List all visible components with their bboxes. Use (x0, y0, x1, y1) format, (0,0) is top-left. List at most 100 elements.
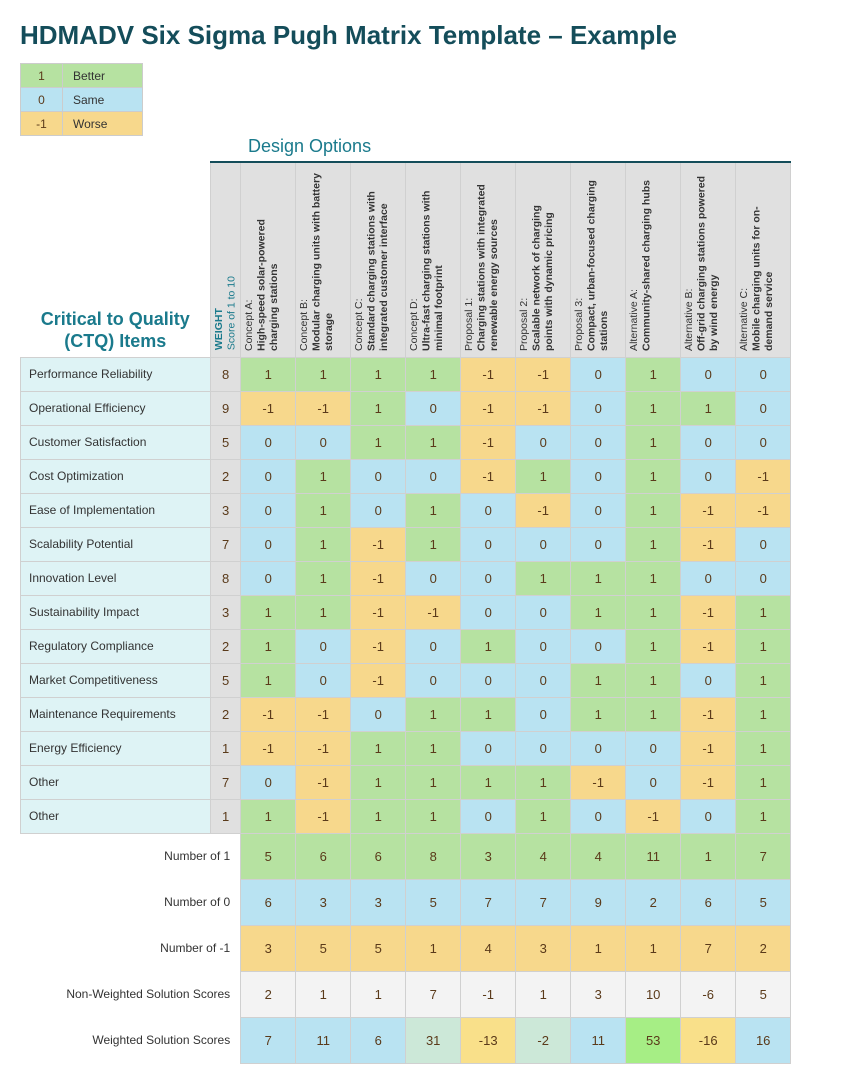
weight-value: 5 (211, 663, 241, 697)
summary-cell: 8 (406, 833, 461, 879)
score-cell: 0 (241, 765, 296, 799)
score-cell: 0 (461, 663, 516, 697)
score-cell: 1 (296, 595, 351, 629)
summary-cell: 1 (626, 925, 681, 971)
score-cell: -1 (296, 391, 351, 425)
score-cell: 0 (461, 493, 516, 527)
ctq-item: Sustainability Impact (21, 595, 211, 629)
summary-cell: 6 (351, 1017, 406, 1063)
page-title: HDMADV Six Sigma Pugh Matrix Template – … (20, 20, 833, 51)
score-cell: 0 (351, 459, 406, 493)
ctq-item: Energy Efficiency (21, 731, 211, 765)
score-cell: 0 (681, 663, 736, 697)
score-cell: 0 (626, 765, 681, 799)
summary-cell: 31 (406, 1017, 461, 1063)
score-cell: -1 (296, 765, 351, 799)
ctq-header: Critical to Quality (CTQ) Items (21, 162, 211, 357)
score-cell: 1 (406, 527, 461, 561)
score-cell: 1 (296, 561, 351, 595)
score-cell: -1 (736, 493, 791, 527)
summary-cell: 9 (571, 879, 626, 925)
score-cell: -1 (681, 595, 736, 629)
summary-cell: 3 (571, 971, 626, 1017)
score-cell: 0 (406, 629, 461, 663)
score-cell: 1 (241, 357, 296, 391)
score-cell: 0 (516, 697, 571, 731)
score-cell: 0 (626, 731, 681, 765)
score-cell: -1 (681, 629, 736, 663)
score-cell: 1 (626, 391, 681, 425)
score-cell: 0 (241, 459, 296, 493)
weight-value: 7 (211, 527, 241, 561)
weight-value: 8 (211, 561, 241, 595)
score-cell: 0 (406, 663, 461, 697)
score-cell: 0 (241, 493, 296, 527)
legend-table: 1 Better0 Same-1 Worse (20, 63, 143, 136)
score-cell: 0 (736, 425, 791, 459)
score-cell: 0 (461, 527, 516, 561)
score-cell: 1 (626, 425, 681, 459)
score-cell: -1 (516, 493, 571, 527)
summary-label: Number of 1 (21, 833, 241, 879)
summary-cell: 1 (681, 833, 736, 879)
option-header: Concept D:Ultra-fast charging stations w… (406, 162, 461, 357)
summary-cell: 1 (516, 971, 571, 1017)
pugh-matrix: Critical to Quality (CTQ) Items WEIGHTSc… (20, 161, 791, 1064)
summary-cell: 1 (351, 971, 406, 1017)
score-cell: -1 (681, 527, 736, 561)
score-cell: 0 (461, 731, 516, 765)
score-cell: 1 (351, 357, 406, 391)
summary-cell: 6 (681, 879, 736, 925)
weight-value: 7 (211, 765, 241, 799)
weight-value: 8 (211, 357, 241, 391)
ctq-item: Operational Efficiency (21, 391, 211, 425)
score-cell: 1 (351, 391, 406, 425)
ctq-item: Other (21, 765, 211, 799)
score-cell: 1 (296, 357, 351, 391)
summary-cell: 7 (241, 1017, 296, 1063)
legend-label: Better (63, 64, 143, 88)
score-cell: 1 (461, 765, 516, 799)
score-cell: -1 (296, 799, 351, 833)
score-cell: 1 (461, 697, 516, 731)
summary-cell: -13 (461, 1017, 516, 1063)
score-cell: -1 (351, 527, 406, 561)
summary-cell: 6 (351, 833, 406, 879)
score-cell: 1 (241, 799, 296, 833)
legend-value: 1 (21, 64, 63, 88)
score-cell: 1 (626, 459, 681, 493)
legend-value: 0 (21, 88, 63, 112)
score-cell: -1 (516, 357, 571, 391)
score-cell: 1 (626, 493, 681, 527)
summary-label: Number of -1 (21, 925, 241, 971)
ctq-item: Innovation Level (21, 561, 211, 595)
score-cell: 0 (351, 493, 406, 527)
score-cell: -1 (406, 595, 461, 629)
option-header: Proposal 1:Charging stations with integr… (461, 162, 516, 357)
summary-cell: 7 (406, 971, 461, 1017)
score-cell: -1 (736, 459, 791, 493)
score-cell: -1 (296, 697, 351, 731)
score-cell: 1 (736, 629, 791, 663)
ctq-item: Cost Optimization (21, 459, 211, 493)
score-cell: 1 (296, 527, 351, 561)
ctq-item: Market Competitiveness (21, 663, 211, 697)
score-cell: -1 (461, 459, 516, 493)
score-cell: 0 (241, 527, 296, 561)
score-cell: 1 (736, 731, 791, 765)
score-cell: 0 (296, 425, 351, 459)
score-cell: 1 (736, 799, 791, 833)
score-cell: -1 (241, 731, 296, 765)
score-cell: 0 (406, 459, 461, 493)
score-cell: 0 (241, 561, 296, 595)
legend-label: Same (63, 88, 143, 112)
score-cell: 0 (461, 595, 516, 629)
weight-value: 2 (211, 697, 241, 731)
ctq-item: Maintenance Requirements (21, 697, 211, 731)
summary-cell: 5 (351, 925, 406, 971)
score-cell: 0 (571, 527, 626, 561)
weight-value: 1 (211, 731, 241, 765)
weight-value: 2 (211, 629, 241, 663)
score-cell: -1 (461, 357, 516, 391)
score-cell: 0 (461, 561, 516, 595)
